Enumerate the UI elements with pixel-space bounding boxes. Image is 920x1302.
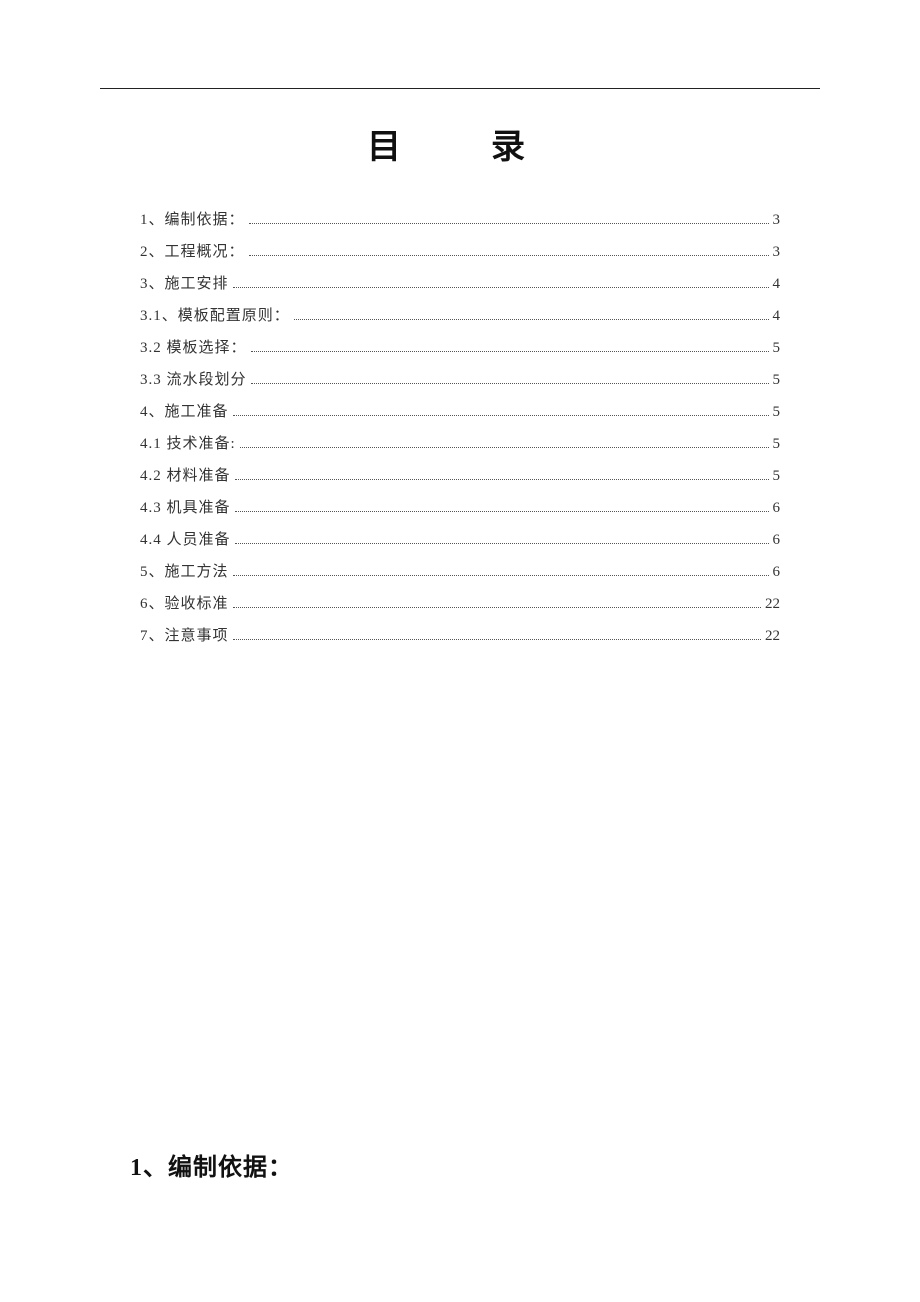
toc-row[interactable]: 5、施工方法 6 <box>140 560 780 584</box>
toc-row[interactable]: 3.3 流水段划分 5 <box>140 368 780 392</box>
toc-label: 7、注意事项 <box>140 624 229 645</box>
toc-page-number: 5 <box>773 468 781 485</box>
toc-page-number: 22 <box>765 596 780 613</box>
toc-leader <box>240 446 769 448</box>
toc-label: 4.3 机具准备 <box>140 496 231 517</box>
toc-label: 2、工程概况： <box>140 240 245 261</box>
toc-label: 3、施工安排 <box>140 272 229 293</box>
toc-row[interactable]: 2、工程概况： 3 <box>140 240 780 264</box>
toc-label: 6、验收标准 <box>140 592 229 613</box>
toc-page-number: 5 <box>773 340 781 357</box>
toc-label: 4、施工准备 <box>140 400 229 421</box>
toc-leader <box>235 478 769 480</box>
toc-page-number: 5 <box>773 372 781 389</box>
toc-page-number: 6 <box>773 532 781 549</box>
toc-row[interactable]: 3、施工安排 4 <box>140 272 780 296</box>
toc-row[interactable]: 6、验收标准 22 <box>140 592 780 616</box>
section-heading: 1、编制依据： <box>130 1147 293 1182</box>
toc-row[interactable]: 3.1、模板配置原则： 4 <box>140 304 780 328</box>
toc-row[interactable]: 1、编制依据： 3 <box>140 208 780 232</box>
toc-page-number: 4 <box>773 276 781 293</box>
toc-label: 3.2 模板选择： <box>140 336 247 357</box>
toc-label: 1、编制依据： <box>140 208 245 229</box>
toc-leader <box>233 638 761 640</box>
toc-leader <box>235 542 769 544</box>
toc-leader <box>251 350 769 352</box>
toc-row[interactable]: 4.2 材料准备 5 <box>140 464 780 488</box>
toc-label: 3.1、模板配置原则： <box>140 304 290 325</box>
toc-page-number: 4 <box>773 308 781 325</box>
toc-leader <box>233 606 761 608</box>
toc-page-number: 5 <box>773 404 781 421</box>
toc-label: 4.4 人员准备 <box>140 528 231 549</box>
toc-leader <box>249 254 769 256</box>
toc-leader <box>251 382 769 384</box>
toc-page-number: 22 <box>765 628 780 645</box>
toc-label: 4.1 技术准备: <box>140 432 236 453</box>
toc-page-number: 3 <box>773 212 781 229</box>
toc-row[interactable]: 4.4 人员准备 6 <box>140 528 780 552</box>
toc-leader <box>249 222 769 224</box>
toc-row[interactable]: 7、注意事项 22 <box>140 624 780 648</box>
toc-leader <box>233 574 769 576</box>
toc-label: 4.2 材料准备 <box>140 464 231 485</box>
toc-leader <box>294 318 769 320</box>
toc-row[interactable]: 4.1 技术准备: 5 <box>140 432 780 456</box>
toc-row[interactable]: 4、施工准备 5 <box>140 400 780 424</box>
toc-label: 5、施工方法 <box>140 560 229 581</box>
toc-row[interactable]: 3.2 模板选择： 5 <box>140 336 780 360</box>
page-title: 目 录 <box>100 119 820 168</box>
toc-row[interactable]: 4.3 机具准备 6 <box>140 496 780 520</box>
header-rule <box>100 88 820 89</box>
toc-label: 3.3 流水段划分 <box>140 368 247 389</box>
document-page: 目 录 1、编制依据：32、工程概况：33、施工安排43.1、模板配置原则：43… <box>0 0 920 1302</box>
toc-page-number: 3 <box>773 244 781 261</box>
toc-leader <box>233 286 769 288</box>
toc-page-number: 6 <box>773 564 781 581</box>
toc-leader <box>233 414 769 416</box>
toc-page-number: 6 <box>773 500 781 517</box>
toc-page-number: 5 <box>773 436 781 453</box>
toc-leader <box>235 510 769 512</box>
table-of-contents: 1、编制依据： 3 2、工程概况： 3 3、施工安排 4 3.1、模板配置原则： 4 3.2 模… <box>140 208 780 648</box>
